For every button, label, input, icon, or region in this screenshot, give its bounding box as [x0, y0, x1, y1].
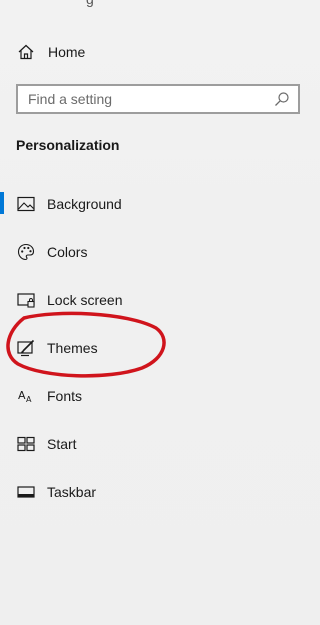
- nav-item-fonts[interactable]: A A Fonts: [0, 372, 320, 420]
- palette-icon: [16, 242, 36, 262]
- nav-item-start[interactable]: Start: [0, 420, 320, 468]
- nav-item-label: Taskbar: [47, 484, 97, 500]
- svg-text:A: A: [18, 389, 26, 402]
- nav-item-colors[interactable]: Colors: [0, 228, 320, 276]
- search-placeholder: Find a setting: [28, 91, 113, 107]
- nav-item-background[interactable]: Background: [0, 180, 320, 228]
- taskbar-icon: [16, 482, 36, 502]
- home-nav-item[interactable]: Home: [16, 40, 296, 64]
- home-label: Home: [48, 44, 86, 60]
- home-icon: [16, 42, 36, 62]
- window-title-fragment: g: [86, 0, 94, 6]
- fonts-icon: A A: [16, 386, 36, 406]
- search-icon[interactable]: [270, 87, 294, 111]
- nav-item-label: Start: [47, 436, 77, 452]
- search-input[interactable]: Find a setting: [16, 84, 300, 114]
- nav-item-label: Fonts: [47, 388, 83, 404]
- svg-text:A: A: [26, 395, 32, 404]
- background-image-icon: [16, 194, 36, 214]
- start-tiles-icon: [16, 434, 36, 454]
- section-title: Personalization: [16, 137, 120, 153]
- nav-item-taskbar[interactable]: Taskbar: [0, 468, 320, 516]
- nav-item-label: Lock screen: [47, 292, 123, 308]
- nav-item-label: Colors: [47, 244, 88, 260]
- nav-item-label: Background: [47, 196, 122, 212]
- annotation-circle: [6, 311, 166, 378]
- lock-screen-icon: [16, 290, 36, 310]
